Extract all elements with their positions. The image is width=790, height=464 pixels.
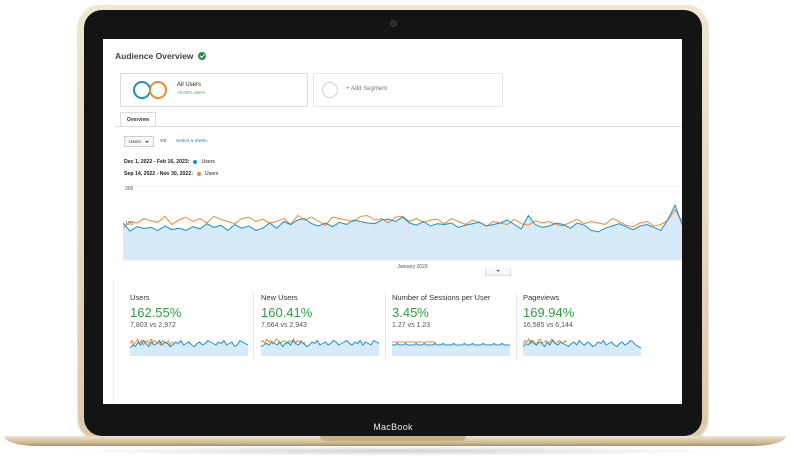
- card-separator: [516, 293, 517, 359]
- metric-label: Users: [130, 293, 150, 302]
- metric-select[interactable]: Users: [124, 136, 154, 147]
- date-range-previous-metric: Users: [204, 171, 219, 177]
- segment-circles-icon: [133, 81, 169, 99]
- metric-card-sessions-per-user[interactable]: Number of Sessions per User 3.45% 1.27 v…: [392, 293, 518, 363]
- analytics-screen: Audience Overview All Users +0.00% Users…: [103, 39, 682, 404]
- metric-label: Number of Sessions per User: [392, 293, 491, 302]
- laptop-notch: [320, 436, 466, 441]
- verified-check-icon: [198, 52, 207, 60]
- empty-segment-icon: [322, 82, 338, 98]
- x-axis-label: January 2023: [397, 264, 428, 270]
- sparkline-chart: [130, 337, 248, 356]
- segment-name: All Users: [177, 82, 202, 88]
- metric-label: New Users: [261, 293, 298, 302]
- legend-dot-blue-icon: [193, 160, 198, 164]
- metric-label: Pageviews: [523, 293, 560, 302]
- date-range-previous-dates: Sep 14, 2022 - Nov 30, 2022:: [124, 171, 193, 177]
- add-segment-label: + Add Segment: [346, 86, 388, 92]
- tab-overview[interactable]: Overview: [120, 112, 156, 127]
- date-range-current-dates: Dec 1, 2022 - Feb 16, 2023:: [124, 159, 190, 165]
- metric-comparison: 7,803 vs 2,972: [130, 322, 176, 329]
- metric-card-pageviews[interactable]: Pageviews 169.94% 16,585 vs 6,144: [523, 293, 649, 363]
- metric-change: 160.41%: [261, 305, 313, 320]
- date-range-current-metric: Users: [201, 159, 216, 165]
- metric-change: 162.55%: [130, 305, 182, 320]
- spark-line-orange: [261, 337, 306, 345]
- metric-select-value: Users: [129, 139, 141, 144]
- chart-expand-handle[interactable]: [485, 268, 511, 276]
- add-segment-button[interactable]: + Add Segment: [313, 73, 503, 107]
- sparkline-chart: [392, 341, 510, 356]
- metric-change: 3.45%: [392, 305, 429, 320]
- camera-icon: [390, 20, 397, 27]
- sparkline-chart: [261, 337, 379, 356]
- metric-card-users[interactable]: Users 162.55% 7,803 vs 2,972: [130, 293, 256, 363]
- card-separator: [385, 293, 386, 359]
- page-title: Audience Overview: [115, 51, 194, 61]
- segment-subtitle: +0.00% Users: [177, 90, 206, 95]
- brand-label: MacBook: [373, 422, 413, 432]
- select-metric-link[interactable]: Select a metric: [176, 139, 208, 144]
- metric-card-new-users[interactable]: New Users 160.41% 7,664 vs 2,943: [261, 293, 387, 363]
- vs-label: VS.: [160, 139, 168, 144]
- users-line-chart: 200100January 2023: [122, 185, 682, 270]
- brand-strip: MacBook: [84, 418, 702, 436]
- y-tick-label: 200: [125, 186, 134, 192]
- title-row: Audience Overview: [115, 51, 207, 61]
- laptop-shadow: [60, 446, 730, 456]
- date-range-previous: Sep 14, 2022 - Nov 30, 2022: Users: [124, 171, 218, 177]
- metric-comparison: 16,585 vs 6,144: [523, 322, 573, 329]
- metric-comparison: 1.27 vs 1.23: [392, 322, 431, 329]
- tab-divider: [115, 126, 682, 127]
- legend-dot-orange-icon: [196, 172, 201, 176]
- metric-change: 169.94%: [523, 305, 575, 320]
- spark-line-blue: [392, 342, 510, 346]
- left-divider: [113, 281, 114, 404]
- date-range-current: Dec 1, 2022 - Feb 16, 2023: Users: [124, 159, 215, 165]
- orange-circle-icon: [149, 81, 167, 99]
- chevron-down-icon: [145, 141, 149, 143]
- sparkline-chart: [523, 337, 641, 356]
- metric-comparison: 7,664 vs 2,943: [261, 322, 307, 329]
- series-area-0: [123, 205, 682, 260]
- card-separator: [253, 293, 254, 359]
- segment-all-users[interactable]: All Users +0.00% Users: [120, 73, 308, 107]
